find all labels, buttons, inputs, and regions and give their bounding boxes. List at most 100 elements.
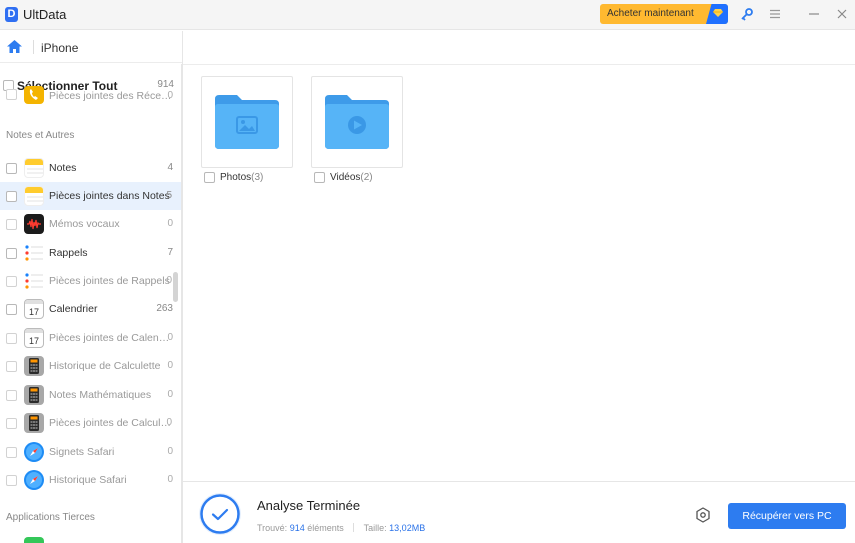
size-label: Taille: [363,523,387,533]
folder-photos-checkbox[interactable] [204,172,215,183]
item-checkbox[interactable] [6,333,17,344]
svg-text:17: 17 [29,336,39,346]
sidebar-item-count: 263 [156,303,173,314]
sidebar-item-label: Notes Mathématiques [49,389,152,401]
folder-videos-count: (2) [360,172,373,183]
app-logo: D [5,7,18,22]
status-detail: Trouvé: 914 éléments Taille: 13,02MB [257,523,425,533]
title-bar: D UltData Acheter maintenant [0,0,855,30]
sidebar-item-calendar-attachments[interactable]: 17 Pièces jointes de Calen… 0 [0,324,181,352]
sidebar-item-calculator-history[interactable]: Historique de Calculette 0 [0,352,181,380]
item-checkbox[interactable] [6,248,17,259]
sidebar-item-label: Pièces jointes des Réce… [49,90,172,102]
folder-card-videos[interactable] [311,76,403,168]
sidebar-item-count: 0 [167,389,173,400]
folder-photos-label: Photos [220,172,252,183]
main-toolbar [183,31,855,65]
calculator-app-icon [24,385,44,405]
close-icon[interactable] [835,7,849,21]
sidebar-item-safari-history[interactable]: Historique Safari 0 [0,466,181,494]
sidebar-item-label: Pièces jointes de Calcul… [49,417,171,429]
diamond-icon [706,4,728,24]
sidebar-item-label: Mémos vocaux [49,218,120,230]
home-icon[interactable] [6,39,23,57]
size-value: 13,02MB [389,523,426,533]
sidebar-item-count: 0 [167,90,173,101]
buy-now-label: Acheter maintenant [607,8,694,19]
sidebar-item-count: 0 [167,218,173,229]
folder-videos-label: Vidéos [330,172,361,183]
sidebar-item-notes-attachments[interactable]: Pièces jointes dans Notes 5 [0,182,181,210]
sidebar: Sélectionner Tout 914 Pièces jointes des… [0,64,182,543]
item-checkbox[interactable] [6,89,17,100]
phone-app-icon [24,86,44,104]
sidebar-item-calculator-attachments[interactable]: Pièces jointes de Calcul… 0 [0,409,181,437]
app-title: UltData [23,7,67,22]
item-checkbox[interactable] [6,276,17,287]
reminders-app-icon [24,243,44,263]
item-checkbox[interactable] [6,447,17,458]
breadcrumb-divider [33,40,34,54]
sidebar-item-label: Pièces jointes dans Notes [49,190,170,202]
sidebar-item-label: Signets Safari [49,446,115,458]
sidebar-item-safari-bookmarks[interactable]: Signets Safari 0 [0,438,181,466]
item-checkbox[interactable] [6,219,17,230]
sidebar-item-voice-memos[interactable]: Mémos vocaux 0 [0,210,181,238]
sidebar-item-count: 5 [166,190,172,201]
item-checkbox[interactable] [6,163,17,174]
item-checkbox[interactable] [6,361,17,372]
sidebar-item-math-notes[interactable]: Notes Mathématiques 0 [0,381,181,409]
notes-app-icon [24,158,44,178]
buy-now-button[interactable]: Acheter maintenant [600,4,728,24]
status-divider [353,523,355,532]
item-checkbox[interactable] [6,418,17,429]
safari-app-icon [24,442,44,462]
sidebar-item-calendar[interactable]: 17 Calendrier 263 [0,295,181,323]
calculator-app-icon [24,413,44,433]
section-title-notes: Notes et Autres [6,130,75,141]
item-checkbox[interactable] [6,304,17,315]
sidebar-item-reminders-attachments[interactable]: Pièces jointes de Rappels 0 [0,267,181,295]
breadcrumb: iPhone [0,31,182,63]
sidebar-item-count: 0 [166,275,172,286]
sidebar-item-count: 7 [167,247,173,258]
sidebar-item-notes[interactable]: Notes 4 [0,154,181,182]
menu-icon[interactable] [768,7,782,21]
item-checkbox[interactable] [6,475,17,486]
sidebar-item-count: 0 [167,474,173,485]
recover-to-pc-button[interactable]: Récupérer vers PC [728,503,846,529]
video-folder-icon [325,95,389,149]
settings-icon[interactable] [695,507,711,526]
folder-card-photos[interactable] [201,76,293,168]
status-title: Analyse Terminée [257,498,361,513]
sidebar-item-label: Historique de Calculette [49,360,161,372]
status-bar: Analyse Terminée Trouvé: 914 éléments Ta… [183,481,855,543]
svg-text:17: 17 [29,307,39,317]
sidebar-item-count: 0 [167,360,173,371]
sidebar-scrollbar[interactable] [173,272,178,302]
found-label: Trouvé: [257,523,288,533]
sidebar-item-label: Pièces jointes de Calen… [49,332,170,344]
device-name: iPhone [41,41,79,55]
found-unit: éléments [307,523,344,533]
sidebar-item-count: 0 [167,332,173,343]
messaging-app-icon [24,537,44,543]
folder-videos-checkbox[interactable] [314,172,325,183]
key-icon[interactable] [740,7,754,21]
notes-app-icon [24,186,44,206]
voice-memos-app-icon [24,214,44,234]
sidebar-item-label: Pièces jointes de Rappels [49,275,170,287]
calendar-app-icon: 17 [24,328,44,348]
sidebar-item-reminders[interactable]: Rappels 7 [0,239,181,267]
item-checkbox[interactable] [6,191,17,202]
sidebar-item-label: Calendrier [49,303,98,315]
sidebar-item-label: Rappels [49,247,88,259]
sidebar-item-call-attachments[interactable]: Pièces jointes des Réce… 0 [0,86,181,106]
item-checkbox[interactable] [6,390,17,401]
sidebar-item-count: 0 [167,446,173,457]
safari-app-icon [24,470,44,490]
minimize-icon[interactable] [807,7,821,21]
photo-folder-icon [215,95,279,149]
sidebar-item-label: Historique Safari [49,474,127,486]
sidebar-item-count: 0 [166,417,172,428]
